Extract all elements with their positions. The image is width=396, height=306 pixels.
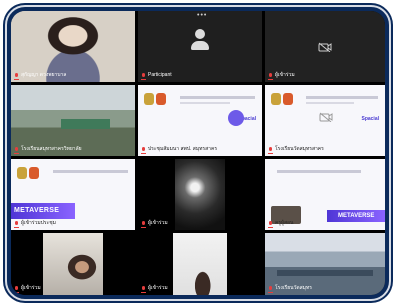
video-tile[interactable]: ผู้เข้าร่วม [11, 233, 135, 295]
participant-name: โรงเรียนวัดสมุทร [268, 284, 312, 293]
brand-logo: Spacial [361, 115, 379, 122]
video-tile[interactable]: โรงเรียนวัดสมุทร [265, 233, 385, 295]
logo-icon [29, 167, 39, 179]
logo-icon [17, 167, 27, 179]
participant-name: Participant [141, 71, 172, 80]
mic-muted-icon [268, 146, 273, 154]
video-grid: สุกัญญา ดวงพยาบาล Participant ผู้เข้าร่ว… [11, 11, 385, 295]
slide-title: METAVERSE [327, 210, 385, 222]
slide-text-line [305, 96, 378, 100]
illustration [228, 109, 244, 126]
participant-name: ครูผู้สอน [268, 219, 293, 228]
logo-icon [271, 93, 281, 105]
slide-text-line [180, 102, 230, 105]
participant-name: โรงเรียนสมุทรสาครวิทยาลัย [14, 145, 82, 154]
participant-name: ผู้เข้าร่วมประชุม [14, 219, 56, 228]
participant-name: โรงเรียนวัดสมุทรสาคร [268, 145, 324, 154]
participant-name: สุกัญญา ดวงพยาบาล [14, 71, 66, 80]
camera-off-icon [319, 112, 333, 122]
participant-video [172, 233, 228, 295]
video-tile[interactable]: ผู้เข้าร่วม [138, 159, 262, 230]
participant-name: ผู้เข้าร่วม [14, 284, 41, 293]
slide-title: METAVERSE [11, 202, 76, 219]
video-tile[interactable]: โรงเรียนสมุทรสาครวิทยาลัย [11, 85, 135, 156]
participant-video [43, 233, 103, 295]
mic-muted-icon [141, 285, 146, 293]
classroom-desks [277, 270, 373, 277]
participant-video [175, 159, 225, 230]
video-tile[interactable]: Spacial โรงเรียนวัดสมุทรสาคร [265, 85, 385, 156]
mic-muted-icon [141, 72, 146, 80]
participant-name: ผู้เข้าร่วม [141, 219, 168, 228]
mic-muted-icon [268, 72, 273, 80]
logo-icon [156, 93, 166, 105]
mic-muted-icon [268, 285, 273, 293]
mic-muted-icon [14, 146, 19, 154]
mic-muted-icon [14, 72, 19, 80]
video-tile[interactable]: METAVERSE ผู้เข้าร่วมประชุม [11, 159, 135, 230]
avatar [191, 29, 209, 55]
slide-text-line [305, 102, 354, 105]
classroom-table [60, 119, 111, 130]
participant-name: ประชุมสัมมนา สพป. สมุทรสาคร [141, 145, 217, 154]
participant-name: ผู้เข้าร่วม [268, 71, 295, 80]
video-tile[interactable]: METAVERSE ครูผู้สอน [265, 159, 385, 230]
logo-icon [144, 93, 154, 105]
mic-muted-icon [14, 220, 19, 228]
logo-icon [283, 93, 293, 105]
participant-name: ผู้เข้าร่วม [141, 284, 168, 293]
video-tile[interactable]: Participant [138, 11, 262, 82]
more-options-icon[interactable]: ••• [197, 12, 207, 19]
slide-text-line [180, 96, 255, 100]
slide-text-line [53, 170, 128, 174]
mic-muted-icon [141, 146, 146, 154]
video-tile[interactable]: ผู้เข้าร่วม [265, 11, 385, 82]
video-tile[interactable]: ผู้เข้าร่วม [138, 233, 262, 295]
mic-muted-icon [268, 220, 273, 228]
app-frame: สุกัญญา ดวงพยาบาล Participant ผู้เข้าร่ว… [3, 3, 393, 303]
video-tile[interactable]: สุกัญญา ดวงพยาบาล [11, 11, 135, 82]
camera-off-icon [318, 42, 332, 52]
slide-text-line [277, 170, 361, 174]
mic-muted-icon [141, 220, 146, 228]
video-tile[interactable]: Spacial ประชุมสัมมนา สพป. สมุทรสาคร [138, 85, 262, 156]
mic-muted-icon [14, 285, 19, 293]
